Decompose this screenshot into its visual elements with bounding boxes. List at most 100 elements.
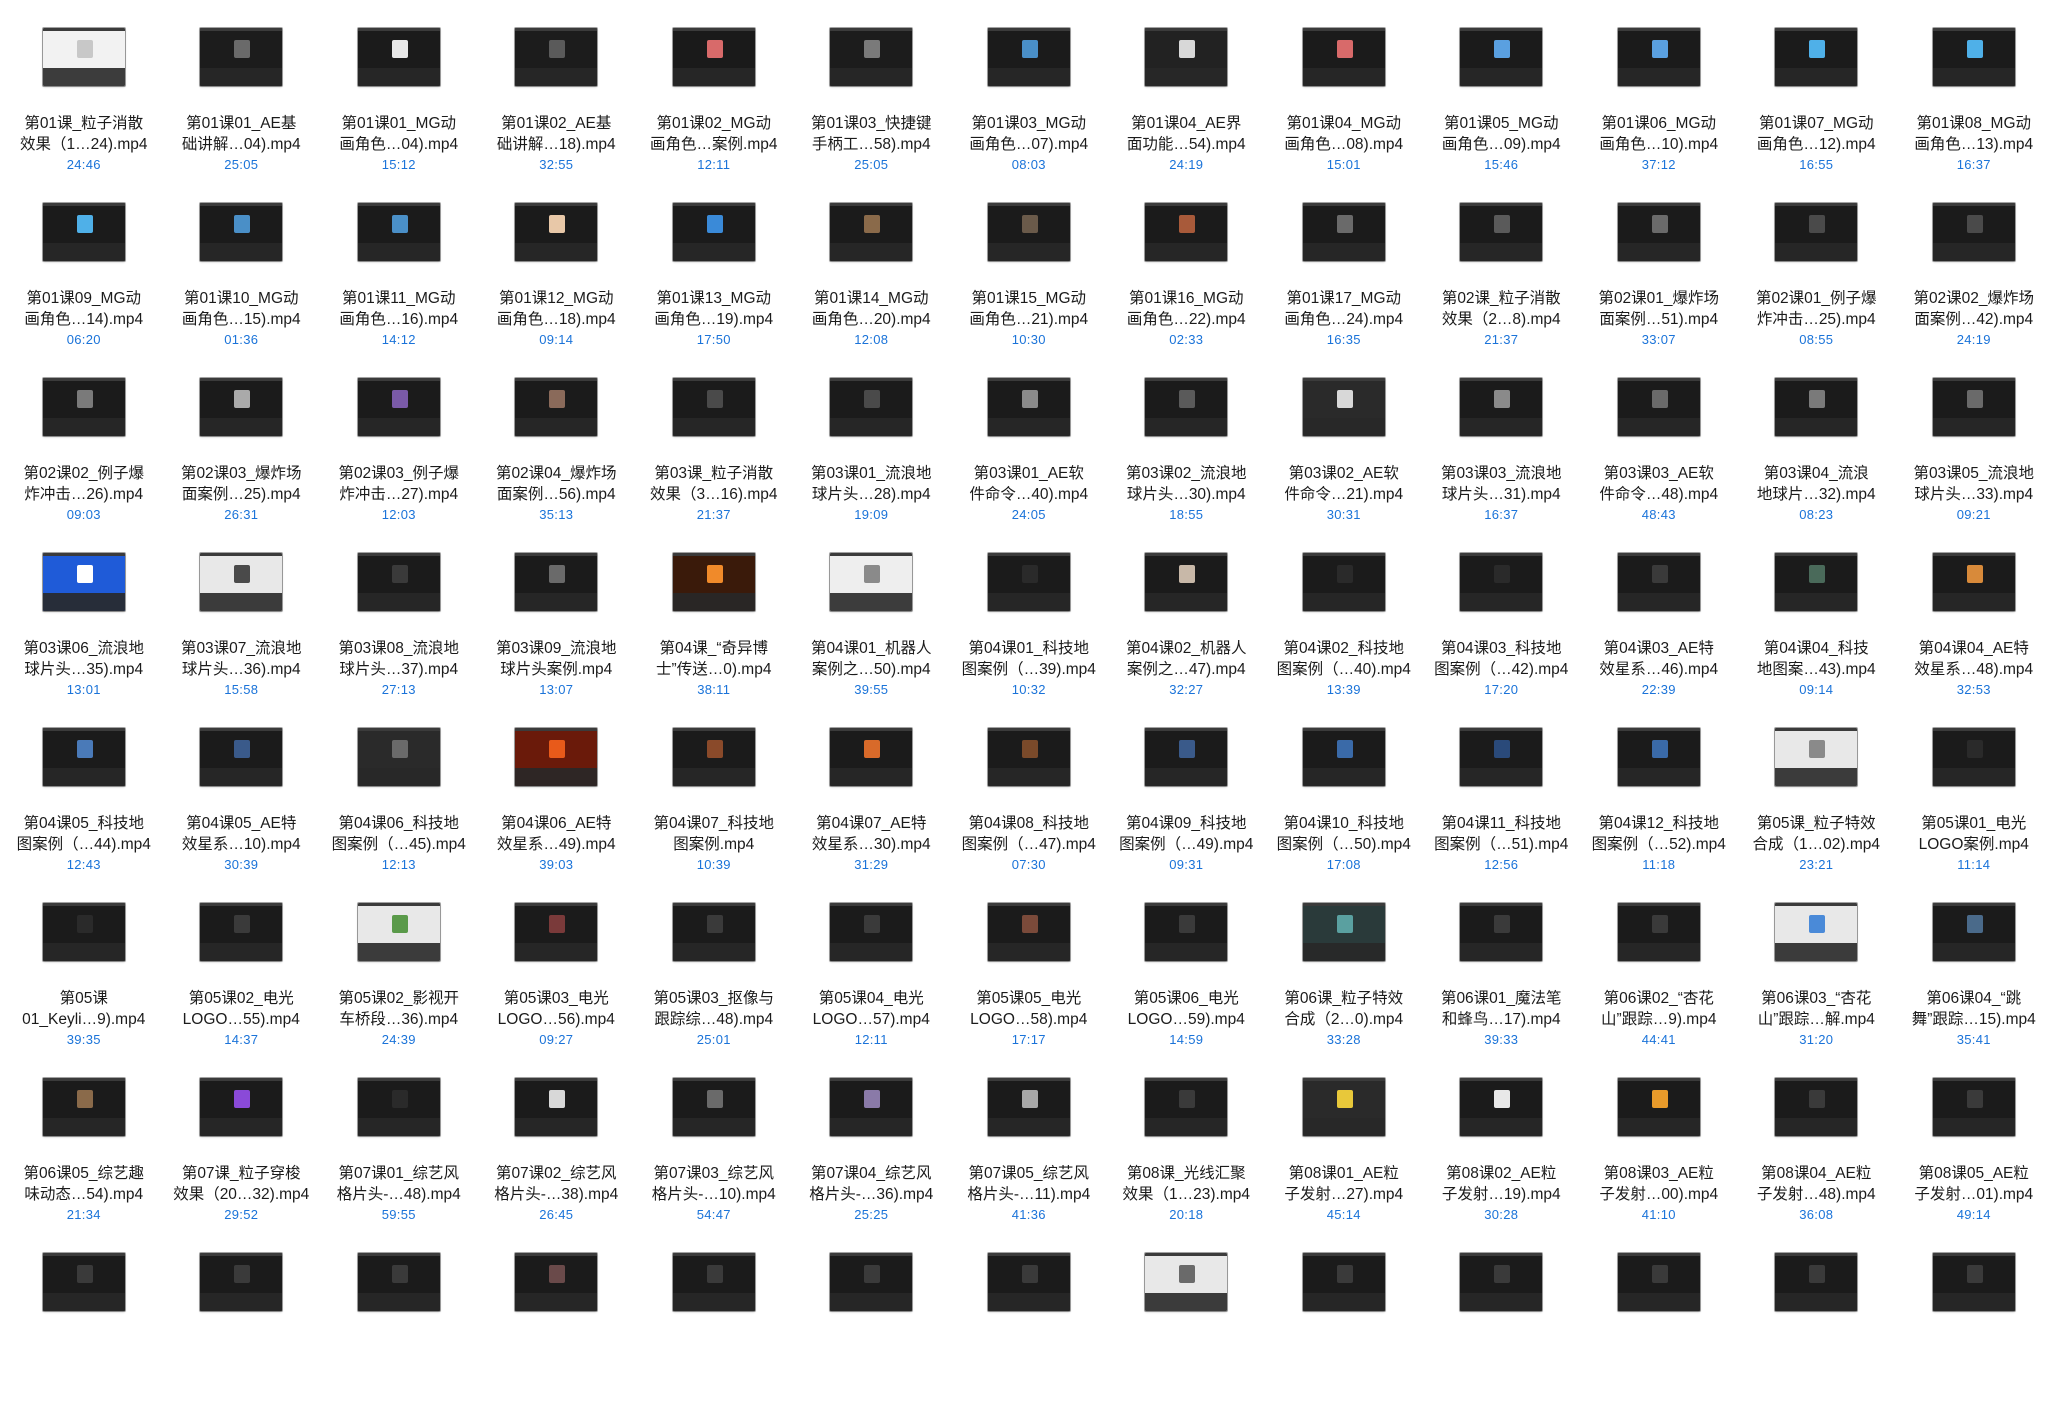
file-item[interactable]: 第05课03_抠像与 跟踪综…48).mp4 25:01 xyxy=(635,897,793,1072)
file-item[interactable]: 第03课07_流浪地 球片头…36).mp4 15:58 xyxy=(163,547,321,722)
video-thumbnail[interactable] xyxy=(1145,903,1228,961)
file-item[interactable]: 第04课06_AE特 效星系…49).mp4 39:03 xyxy=(478,722,636,897)
file-item[interactable]: 第01课14_MG动 画角色…20).mp4 12:08 xyxy=(793,197,951,372)
file-item[interactable]: 第03课04_流浪 地球片…32).mp4 08:23 xyxy=(1738,372,1896,547)
video-thumbnail[interactable] xyxy=(1617,903,1700,961)
file-item[interactable]: 第02课01_爆炸场 面案例…51).mp4 33:07 xyxy=(1580,197,1738,372)
file-item[interactable]: 第01课10_MG动 画角色…15).mp4 01:36 xyxy=(163,197,321,372)
video-thumbnail[interactable] xyxy=(357,378,440,436)
video-thumbnail[interactable] xyxy=(357,203,440,261)
file-item[interactable]: 第02课_粒子消散 效果（2…8).mp4 21:37 xyxy=(1423,197,1581,372)
video-thumbnail[interactable] xyxy=(200,1253,283,1311)
video-thumbnail[interactable] xyxy=(357,728,440,786)
video-thumbnail[interactable] xyxy=(42,1078,125,1136)
file-item[interactable]: 第01课06_MG动 画角色…10).mp4 37:12 xyxy=(1580,22,1738,197)
file-item[interactable]: 第04课11_科技地 图案例（…51).mp4 12:56 xyxy=(1423,722,1581,897)
video-thumbnail[interactable] xyxy=(1145,28,1228,86)
video-thumbnail[interactable] xyxy=(987,903,1070,961)
video-thumbnail[interactable] xyxy=(672,1253,755,1311)
video-thumbnail[interactable] xyxy=(987,28,1070,86)
video-thumbnail[interactable] xyxy=(1932,728,2015,786)
file-item[interactable]: 第07课04_综艺风 格片头-…36).mp4 25:25 xyxy=(793,1072,951,1247)
video-thumbnail[interactable] xyxy=(987,203,1070,261)
video-thumbnail[interactable] xyxy=(1932,1078,2015,1136)
video-thumbnail[interactable] xyxy=(1145,728,1228,786)
file-item[interactable]: 第04课01_科技地 图案例（…39).mp4 10:32 xyxy=(950,547,1108,722)
video-thumbnail[interactable] xyxy=(1302,903,1385,961)
video-thumbnail[interactable] xyxy=(987,728,1070,786)
file-item[interactable]: 第03课09_流浪地 球片头案例.mp4 13:07 xyxy=(478,547,636,722)
file-item[interactable]: 第05课03_电光 LOGO…56).mp4 09:27 xyxy=(478,897,636,1072)
video-thumbnail[interactable] xyxy=(672,378,755,436)
video-thumbnail[interactable] xyxy=(1775,728,1858,786)
video-thumbnail[interactable] xyxy=(1775,553,1858,611)
file-item[interactable] xyxy=(793,1247,951,1422)
video-thumbnail[interactable] xyxy=(200,28,283,86)
video-thumbnail[interactable] xyxy=(42,1253,125,1311)
file-item[interactable]: 第04课03_科技地 图案例（…42).mp4 17:20 xyxy=(1423,547,1581,722)
video-thumbnail[interactable] xyxy=(42,28,125,86)
video-thumbnail[interactable] xyxy=(1302,203,1385,261)
file-item[interactable] xyxy=(320,1247,478,1422)
video-thumbnail[interactable] xyxy=(1302,728,1385,786)
file-item[interactable]: 第08课04_AE粒 子发射…48).mp4 36:08 xyxy=(1738,1072,1896,1247)
file-item[interactable]: 第02课01_例子爆 炸冲击…25).mp4 08:55 xyxy=(1738,197,1896,372)
video-thumbnail[interactable] xyxy=(1460,903,1543,961)
file-item[interactable]: 第06课03_“杏花 山”跟踪…解.mp4 31:20 xyxy=(1738,897,1896,1072)
file-item[interactable]: 第01课15_MG动 画角色…21).mp4 10:30 xyxy=(950,197,1108,372)
video-thumbnail[interactable] xyxy=(1617,1078,1700,1136)
video-thumbnail[interactable] xyxy=(1932,553,2015,611)
file-item[interactable]: 第01课03_快捷键 手柄工…58).mp4 25:05 xyxy=(793,22,951,197)
file-item[interactable]: 第04课07_AE特 效星系…30).mp4 31:29 xyxy=(793,722,951,897)
file-item[interactable]: 第04课04_AE特 效星系…48).mp4 32:53 xyxy=(1895,547,2048,722)
file-item[interactable]: 第03课01_流浪地 球片头…28).mp4 19:09 xyxy=(793,372,951,547)
file-item[interactable]: 第04课01_机器人 案例之…50).mp4 39:55 xyxy=(793,547,951,722)
file-item[interactable] xyxy=(478,1247,636,1422)
file-item[interactable]: 第04课02_科技地 图案例（…40).mp4 13:39 xyxy=(1265,547,1423,722)
file-item[interactable]: 第01课04_AE界 面功能…54).mp4 24:19 xyxy=(1108,22,1266,197)
file-item[interactable]: 第01课01_MG动 画角色…04).mp4 15:12 xyxy=(320,22,478,197)
video-thumbnail[interactable] xyxy=(830,378,913,436)
file-item[interactable]: 第02课03_例子爆 炸冲击…27).mp4 12:03 xyxy=(320,372,478,547)
file-item[interactable] xyxy=(950,1247,1108,1422)
video-thumbnail[interactable] xyxy=(200,378,283,436)
file-item[interactable] xyxy=(1108,1247,1266,1422)
file-item[interactable]: 第08课01_AE粒 子发射…27).mp4 45:14 xyxy=(1265,1072,1423,1247)
video-thumbnail[interactable] xyxy=(515,203,598,261)
video-thumbnail[interactable] xyxy=(1932,28,2015,86)
file-item[interactable]: 第03课06_流浪地 球片头…35).mp4 13:01 xyxy=(5,547,163,722)
file-item[interactable]: 第04课10_科技地 图案例（…50).mp4 17:08 xyxy=(1265,722,1423,897)
video-thumbnail[interactable] xyxy=(1775,1078,1858,1136)
video-thumbnail[interactable] xyxy=(1617,378,1700,436)
video-thumbnail[interactable] xyxy=(1302,1078,1385,1136)
file-item[interactable]: 第01课05_MG动 画角色…09).mp4 15:46 xyxy=(1423,22,1581,197)
video-thumbnail[interactable] xyxy=(515,728,598,786)
file-item[interactable]: 第08课_光线汇聚 效果（1…23).mp4 20:18 xyxy=(1108,1072,1266,1247)
video-thumbnail[interactable] xyxy=(42,903,125,961)
file-item[interactable]: 第07课03_综艺风 格片头-…10).mp4 54:47 xyxy=(635,1072,793,1247)
video-thumbnail[interactable] xyxy=(987,553,1070,611)
video-thumbnail[interactable] xyxy=(1460,728,1543,786)
video-thumbnail[interactable] xyxy=(1302,28,1385,86)
video-thumbnail[interactable] xyxy=(1145,378,1228,436)
file-item[interactable]: 第03课02_流浪地 球片头…30).mp4 18:55 xyxy=(1108,372,1266,547)
file-item[interactable]: 第06课05_综艺趣 味动态…54).mp4 21:34 xyxy=(5,1072,163,1247)
video-thumbnail[interactable] xyxy=(357,1078,440,1136)
file-item[interactable]: 第03课08_流浪地 球片头…37).mp4 27:13 xyxy=(320,547,478,722)
video-thumbnail[interactable] xyxy=(515,553,598,611)
file-item[interactable]: 第04课05_科技地 图案例（…44).mp4 12:43 xyxy=(5,722,163,897)
file-item[interactable]: 第04课02_机器人 案例之…47).mp4 32:27 xyxy=(1108,547,1266,722)
video-thumbnail[interactable] xyxy=(1460,28,1543,86)
video-thumbnail[interactable] xyxy=(200,728,283,786)
file-item[interactable]: 第04课05_AE特 效星系…10).mp4 30:39 xyxy=(163,722,321,897)
video-thumbnail[interactable] xyxy=(830,903,913,961)
file-item[interactable] xyxy=(1265,1247,1423,1422)
file-item[interactable]: 第01课12_MG动 画角色…18).mp4 09:14 xyxy=(478,197,636,372)
file-item[interactable]: 第05课_粒子特效 合成（1…02).mp4 23:21 xyxy=(1738,722,1896,897)
video-thumbnail[interactable] xyxy=(1932,1253,2015,1311)
file-item[interactable]: 第04课04_科技 地图案…43).mp4 09:14 xyxy=(1738,547,1896,722)
file-item[interactable]: 第04课06_科技地 图案例（…45).mp4 12:13 xyxy=(320,722,478,897)
video-thumbnail[interactable] xyxy=(830,28,913,86)
video-thumbnail[interactable] xyxy=(42,203,125,261)
file-item[interactable]: 第03课03_AE软 件命令…48).mp4 48:43 xyxy=(1580,372,1738,547)
